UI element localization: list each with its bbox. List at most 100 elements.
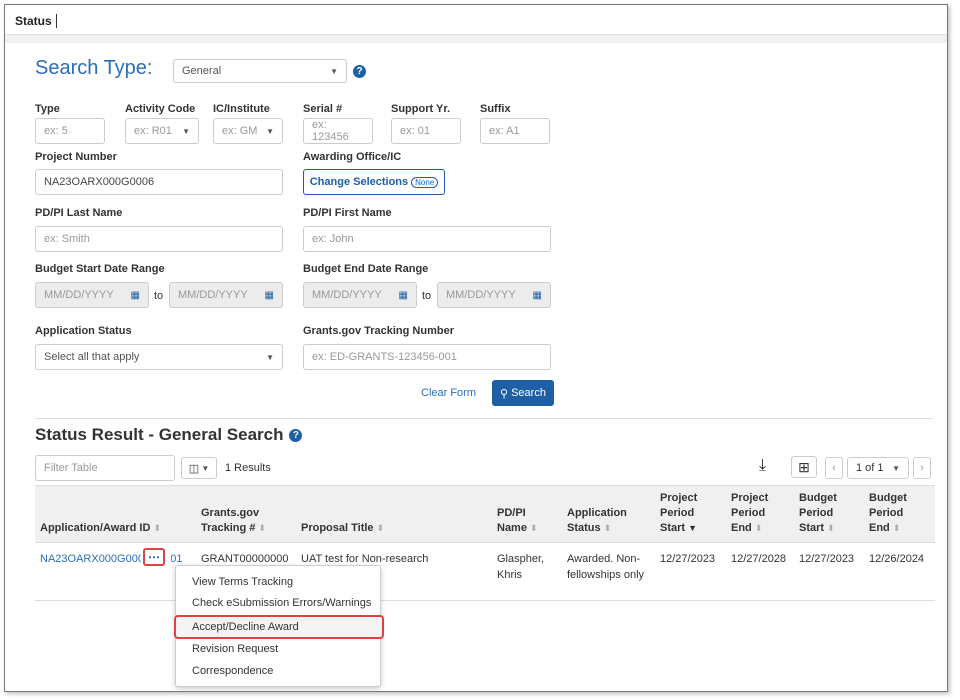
support-yr-label: Support Yr.: [391, 103, 451, 115]
more-actions-button[interactable]: ⋯: [143, 548, 165, 566]
help-icon[interactable]: ?: [289, 428, 303, 442]
budget-start-to-input[interactable]: MM/DD/YYYY ▦: [169, 282, 283, 308]
col-header-budget-end[interactable]: Budget Period End ⬍: [869, 491, 925, 536]
chevron-down-icon: ▼: [892, 463, 900, 473]
budget-end-cell: 12/26/2024: [869, 553, 925, 565]
pdpi-line: Khris: [497, 569, 523, 581]
sort-icon: ⬍: [892, 523, 901, 533]
pdpi-last-input[interactable]: ex: Smith: [35, 226, 283, 252]
menu-item-view-terms[interactable]: View Terms Tracking: [192, 576, 293, 588]
search-button-label: Search: [511, 387, 546, 399]
page-select[interactable]: 1 of 1 ▼: [847, 457, 909, 479]
proj-start-cell: 12/27/2023: [660, 553, 716, 565]
budget-start-from-input[interactable]: MM/DD/YYYY ▦: [35, 282, 149, 308]
grants-tracking-placeholder: ex: ED-GRANTS-123456-001: [312, 351, 457, 363]
activity-code-placeholder: ex: R01: [134, 125, 172, 137]
filter-table-input[interactable]: Filter Table: [35, 455, 175, 481]
col-header-budget-start[interactable]: Budget Period Start ⬍: [799, 491, 855, 536]
suffix-input[interactable]: ex: A1: [480, 118, 550, 144]
pdpi-first-placeholder: ex: John: [312, 233, 354, 245]
budget-start-cell: 12/27/2023: [799, 553, 855, 565]
prev-page-icon[interactable]: ‹: [825, 457, 843, 479]
ic-institute-select[interactable]: ex: GM ▼: [213, 118, 283, 144]
search-type-label: Search Type:: [35, 57, 153, 79]
to-label: to: [154, 290, 164, 302]
menu-item-check-esubmission[interactable]: Check eSubmission Errors/Warnings: [192, 597, 371, 609]
serial-input[interactable]: ex: 123456: [303, 118, 373, 144]
results-title: Status Result - General Search ?: [35, 425, 303, 445]
sort-icon: ⬍: [827, 523, 835, 533]
pdpi-first-input[interactable]: ex: John: [303, 226, 551, 252]
columns-icon: ◫: [188, 462, 200, 475]
column-chooser-button[interactable]: ◫ ▼: [181, 457, 217, 479]
application-status-label: Application Status: [35, 325, 132, 337]
clear-form-link[interactable]: Clear Form: [421, 387, 476, 399]
calendar-icon[interactable]: ▦: [533, 290, 542, 301]
divider: [35, 418, 933, 419]
grants-tracking-label: Grants.gov Tracking Number: [303, 325, 454, 337]
type-input[interactable]: ex: 5: [35, 118, 105, 144]
chevron-down-icon: ▼: [199, 463, 210, 473]
next-page-icon[interactable]: ›: [913, 457, 931, 479]
budget-end-from-input[interactable]: MM/DD/YYYY ▦: [303, 282, 417, 308]
suffix-placeholder: ex: A1: [489, 125, 520, 137]
app-window: Status Search Type: General ▼ ? Type Act…: [4, 4, 948, 692]
sort-icon: ⬍: [376, 523, 385, 533]
col-header-tracking[interactable]: Grants.gov Tracking # ⬍: [201, 506, 291, 536]
col-label: Budget Period End: [869, 492, 907, 534]
serial-label: Serial #: [303, 103, 343, 115]
pdpi-cell: Glaspher, Khris: [497, 551, 544, 583]
search-type-value: General: [182, 65, 222, 77]
sort-icon: ⬍: [754, 523, 763, 533]
calendar-icon[interactable]: ▦: [265, 290, 274, 301]
pdpi-line: Glaspher,: [497, 553, 545, 565]
proj-end-cell: 12/27/2028: [731, 553, 787, 565]
sort-icon: ⬍: [530, 523, 538, 533]
search-button[interactable]: ⚲ Search: [492, 380, 554, 406]
col-header-proj-start[interactable]: Project Period Start ▼: [660, 491, 722, 536]
support-yr-placeholder: ex: 01: [400, 125, 430, 137]
suffix-label: Suffix: [480, 103, 511, 115]
menu-item-accept-decline[interactable]: Accept/Decline Award: [192, 621, 299, 633]
date-placeholder: MM/DD/YYYY: [44, 289, 114, 301]
menu-item-revision-request[interactable]: Revision Request: [192, 643, 278, 655]
page-value: 1 of 1: [856, 462, 884, 474]
col-header-app-id[interactable]: Application/Award ID ⬍: [40, 521, 161, 536]
header-strip: [5, 35, 947, 43]
sort-icon: ⬍: [258, 523, 267, 533]
type-placeholder: ex: 5: [44, 125, 68, 137]
chevron-down-icon: ▼: [330, 66, 338, 76]
project-number-input[interactable]: NA23OARX000G0006: [35, 169, 283, 195]
support-yr-input[interactable]: ex: 01: [391, 118, 461, 144]
grid-view-icon[interactable]: ⊞: [791, 456, 817, 478]
budget-end-to-input[interactable]: MM/DD/YYYY ▦: [437, 282, 551, 308]
col-header-proj-end[interactable]: Project Period End ⬍: [731, 491, 787, 536]
download-icon[interactable]: ⤓: [759, 457, 766, 475]
col-header-pdpi[interactable]: PD/PI Name ⬍: [497, 506, 553, 536]
tab-bar: Status: [5, 5, 947, 35]
result-count: 1 Results: [225, 462, 271, 474]
ic-institute-placeholder: ex: GM: [222, 125, 258, 137]
calendar-icon[interactable]: ▦: [131, 290, 140, 301]
awarding-office-label: Awarding Office/IC: [303, 151, 402, 163]
col-header-status[interactable]: Application Status ⬍: [567, 506, 647, 536]
help-icon[interactable]: ?: [353, 65, 366, 78]
type-label: Type: [35, 103, 60, 115]
table-header: Application/Award ID ⬍ Grants.gov Tracki…: [35, 485, 935, 543]
serial-placeholder: ex: 123456: [312, 119, 349, 143]
application-status-select[interactable]: Select all that apply ▼: [35, 344, 283, 370]
search-icon: ⚲: [500, 387, 509, 400]
grants-tracking-input[interactable]: ex: ED-GRANTS-123456-001: [303, 344, 551, 370]
col-label: Application Status: [567, 507, 627, 534]
pdpi-first-label: PD/PI First Name: [303, 207, 392, 219]
tab-status[interactable]: Status: [15, 14, 57, 28]
chevron-down-icon: ▼: [266, 352, 274, 362]
col-header-title[interactable]: Proposal Title ⬍: [301, 521, 384, 536]
search-type-select[interactable]: General ▼: [173, 59, 347, 83]
menu-item-correspondence[interactable]: Correspondence: [192, 665, 273, 677]
chevron-down-icon: ▼: [266, 126, 274, 136]
activity-code-select[interactable]: ex: R01 ▼: [125, 118, 199, 144]
change-selections-button[interactable]: Change Selections None: [303, 169, 445, 195]
ic-institute-label: IC/Institute: [213, 103, 270, 115]
calendar-icon[interactable]: ▦: [399, 290, 408, 301]
